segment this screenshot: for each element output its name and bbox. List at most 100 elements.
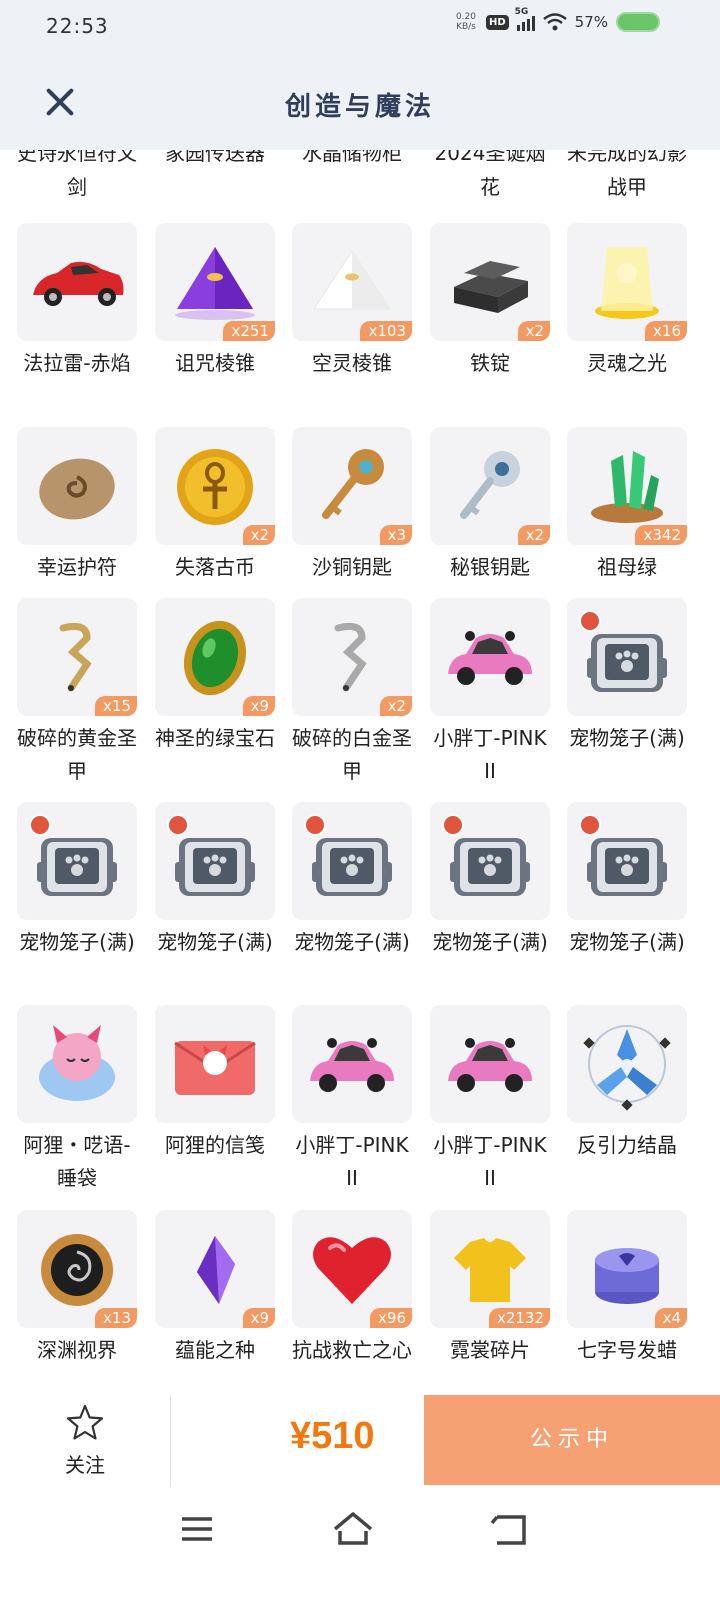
item-tile[interactable]: x13 (17, 1210, 137, 1328)
item-tile[interactable] (155, 802, 275, 920)
partial-item-name: 家园传送器 (165, 150, 265, 165)
item-tile[interactable]: x2 (292, 598, 412, 716)
item-tile[interactable]: x342 (567, 427, 687, 545)
item-tile[interactable] (17, 223, 137, 341)
grid-item[interactable]: x103 空灵棱锥 (287, 223, 417, 380)
item-name: 宠物笼子(满) (569, 726, 685, 750)
grid-item[interactable]: x2 失落古币 (150, 427, 280, 584)
grid-item[interactable]: 宠物笼子(满) (562, 802, 692, 959)
network-type: 5G (514, 7, 529, 17)
grid-item[interactable]: x2 破碎的白金圣甲 (287, 598, 417, 788)
item-tile[interactable]: x4 (567, 1210, 687, 1328)
grid-item[interactable]: x4 七字号发蜡 (562, 1210, 692, 1367)
page-title: 创造与魔法 (284, 92, 435, 122)
item-tile[interactable]: x2 (155, 427, 275, 545)
grid-item[interactable]: x2 秘银钥匙 (425, 427, 555, 584)
item-tile[interactable]: x251 (155, 223, 275, 341)
follow-button[interactable]: 关注 (50, 1403, 120, 1478)
item-name: 霓裳碎片 (450, 1338, 530, 1362)
item-tile[interactable]: x2132 (430, 1210, 550, 1328)
item-tile[interactable]: x16 (567, 223, 687, 341)
item-tile[interactable] (17, 427, 137, 545)
item-tile[interactable]: x96 (292, 1210, 412, 1328)
item-count-badge: x16 (645, 321, 687, 341)
item-name: 灵魂之光 (587, 351, 667, 375)
item-name: 宠物笼子(满) (157, 930, 273, 954)
item-count-badge: x3 (379, 525, 412, 545)
item-grid[interactable]: 史诗永恒符文剑 家园传送器 水晶储物柜 2024圣诞烟花 未完成的幻影战甲 法拉雷-赤焰… (0, 150, 720, 1395)
item-name: 深渊视界 (37, 1338, 117, 1362)
item-tile[interactable]: x9 (155, 598, 275, 716)
grid-item[interactable]: x16 灵魂之光 (562, 223, 692, 380)
publish-status-button[interactable]: 公示中 (424, 1395, 720, 1485)
back-icon[interactable] (484, 1509, 534, 1549)
item-name: 反引力结晶 (577, 1133, 677, 1157)
grid-item[interactable]: 宠物笼子(满) (150, 802, 280, 959)
item-count-badge: x2 (379, 696, 412, 716)
item-count-badge: x9 (242, 696, 275, 716)
item-name: 沙铜钥匙 (312, 555, 392, 579)
partial-item-row: 史诗永恒符文剑 家园传送器 水晶储物柜 2024圣诞烟花 未完成的幻影战甲 (0, 150, 720, 206)
action-bar: 关注 ¥510 公示中 (0, 1395, 720, 1487)
grid-item[interactable]: x9 蕴能之种 (150, 1210, 280, 1367)
item-name: 小胖丁-PINK II (433, 726, 547, 783)
home-icon[interactable] (328, 1509, 378, 1549)
menu-icon[interactable] (172, 1509, 222, 1549)
item-count-badge: x2 (242, 525, 275, 545)
item-tile[interactable]: x9 (155, 1210, 275, 1328)
item-tile[interactable] (430, 802, 550, 920)
item-name: 阿狸的信笺 (165, 1133, 265, 1157)
price: ¥510 (290, 1415, 375, 1457)
item-tile[interactable] (292, 802, 412, 920)
grid-item[interactable]: 小胖丁-PINK II (425, 1005, 555, 1195)
grid-item[interactable]: 小胖丁-PINK II (425, 598, 555, 788)
item-name: 抗战救亡之心 (292, 1338, 412, 1362)
grid-item[interactable]: 宠物笼子(满) (12, 802, 142, 959)
grid-item[interactable]: x251 诅咒棱锥 (150, 223, 280, 380)
item-tile[interactable]: x103 (292, 223, 412, 341)
item-tile[interactable] (567, 598, 687, 716)
grid-item[interactable]: 宠物笼子(满) (287, 802, 417, 959)
item-tile[interactable] (292, 1005, 412, 1123)
item-tile[interactable] (17, 1005, 137, 1123)
item-tile[interactable] (567, 802, 687, 920)
grid-item[interactable]: 阿狸的信笺 (150, 1005, 280, 1162)
paw-badge-icon (167, 814, 189, 836)
item-tile[interactable]: x15 (17, 598, 137, 716)
item-count-badge: x4 (654, 1308, 687, 1328)
paw-badge-icon (442, 814, 464, 836)
grid-item[interactable]: x96 抗战救亡之心 (287, 1210, 417, 1367)
grid-item[interactable]: x342 祖母绿 (562, 427, 692, 584)
grid-item[interactable]: x3 沙铜钥匙 (287, 427, 417, 584)
item-tile[interactable] (17, 802, 137, 920)
item-tile[interactable]: x2 (430, 223, 550, 341)
grid-item[interactable]: 法拉雷-赤焰 (12, 223, 142, 380)
item-tile[interactable] (155, 1005, 275, 1123)
item-name: 失落古币 (175, 555, 255, 579)
item-count-badge: x103 (360, 321, 412, 341)
grid-item[interactable]: x2 铁锭 (425, 223, 555, 380)
item-tile[interactable]: x3 (292, 427, 412, 545)
item-tile[interactable]: x2 (430, 427, 550, 545)
item-name: 法拉雷-赤焰 (23, 351, 131, 375)
item-count-badge: x2132 (488, 1308, 550, 1328)
grid-item[interactable]: 反引力结晶 (562, 1005, 692, 1162)
item-tile[interactable] (567, 1005, 687, 1123)
grid-item[interactable]: x13 深渊视界 (12, 1210, 142, 1367)
grid-item[interactable]: 幸运护符 (12, 427, 142, 584)
item-tile[interactable] (430, 598, 550, 716)
item-name: 空灵棱锥 (312, 351, 392, 375)
item-name: 破碎的黄金圣甲 (17, 726, 137, 783)
item-tile[interactable] (430, 1005, 550, 1123)
grid-item[interactable]: 阿狸・呓语-睡袋 (12, 1005, 142, 1195)
grid-item[interactable]: x2132 霓裳碎片 (425, 1210, 555, 1367)
hd-icon: HD (485, 14, 509, 30)
item-name: 幸运护符 (37, 555, 117, 579)
grid-item[interactable]: 宠物笼子(满) (562, 598, 692, 755)
grid-item[interactable]: 宠物笼子(满) (425, 802, 555, 959)
grid-item[interactable]: x15 破碎的黄金圣甲 (12, 598, 142, 788)
item-name: 破碎的白金圣甲 (292, 726, 412, 783)
grid-item[interactable]: x9 神圣的绿宝石 (150, 598, 280, 755)
paw-badge-icon (579, 814, 601, 836)
grid-item[interactable]: 小胖丁-PINK II (287, 1005, 417, 1195)
